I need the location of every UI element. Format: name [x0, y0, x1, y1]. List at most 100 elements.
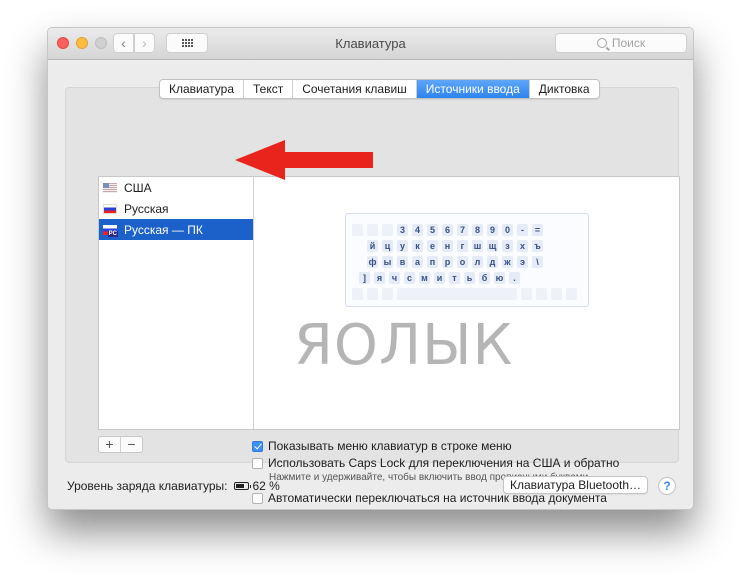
- keyboard-row: ] я ч с м и т ь б ю.: [359, 272, 524, 284]
- tab-dictation[interactable]: Диктовка: [530, 80, 599, 98]
- keyboard-key: ю: [494, 272, 505, 284]
- keyboard-row: ф ы в а п р о л д ж э \: [367, 256, 547, 268]
- keyboard-key: с: [404, 272, 415, 284]
- us-flag-icon: [103, 182, 117, 193]
- keyboard-key: 0: [502, 224, 513, 236]
- battery-value: 62 %: [252, 479, 280, 493]
- search-placeholder: Поиск: [611, 36, 646, 50]
- keyboard-key: х: [517, 240, 528, 252]
- ru-pc-flag-icon: PC: [103, 224, 118, 237]
- keyboard-key: 5: [427, 224, 438, 236]
- keyboard-key: о: [457, 256, 468, 268]
- keyboard-key: я: [374, 272, 385, 284]
- keyboard-key: ч: [389, 272, 400, 284]
- keyboard-key: [536, 288, 547, 300]
- keyboard-key: п: [427, 256, 438, 268]
- keyboard-key: ]: [359, 272, 370, 284]
- keyboard-layout-preview: 3 4 5 6 7 8 9 0- = й ц у к е н г ш щ з х ъ ф ы в а п р о л д ж э \] я ч с м и…: [253, 176, 680, 430]
- keyboard-key: ж: [502, 256, 513, 268]
- list-item-us[interactable]: США: [99, 177, 254, 198]
- add-source-button[interactable]: +: [99, 437, 121, 452]
- watermark-logo: ЯОЛЫК: [294, 313, 514, 378]
- keyboard-key: е: [427, 240, 438, 252]
- keyboard-spacebar: [397, 288, 517, 300]
- keyboard-key: з: [502, 240, 513, 252]
- battery-icon: [234, 482, 252, 490]
- keyboard-key: м: [419, 272, 430, 284]
- keyboard-key: [382, 288, 393, 300]
- keyboard-row-bottom: [352, 288, 581, 300]
- keyboard-key: ы: [382, 256, 393, 268]
- tab-input-sources[interactable]: Источники ввода: [416, 80, 530, 98]
- keyboard-key: ъ: [532, 240, 543, 252]
- checkbox-unchecked[interactable]: [252, 492, 263, 504]
- keyboard-key: 3: [397, 224, 408, 236]
- list-item-russian-pc[interactable]: PC Русская — ПК: [99, 219, 254, 240]
- keyboard-preferences-window: ‹ › Клавиатура Поиск США Русская PC Русс…: [47, 27, 694, 510]
- remove-source-button[interactable]: −: [121, 437, 142, 452]
- tab-bar: Клавиатура Текст Сочетания клавиш Источн…: [159, 79, 600, 99]
- option-label: Использовать Caps Lock для переключения …: [268, 456, 620, 470]
- keyboard-key: 7: [457, 224, 468, 236]
- keyboard-key: н: [442, 240, 453, 252]
- option-show-menu[interactable]: Показывать меню клавиатур в строке меню: [252, 439, 512, 453]
- titlebar: ‹ › Клавиатура Поиск: [48, 28, 693, 60]
- search-icon: [596, 38, 607, 48]
- battery-status: Уровень заряда клавиатуры: 62 %: [67, 479, 280, 493]
- keyboard-key: б: [479, 272, 490, 284]
- battery-label: Уровень заряда клавиатуры:: [67, 479, 228, 493]
- keyboard-key: [521, 288, 532, 300]
- keyboard-key: .: [509, 272, 520, 284]
- keyboard-key: ц: [382, 240, 393, 252]
- keyboard-key: л: [472, 256, 483, 268]
- keyboard-key: [566, 288, 577, 300]
- keyboard-key: [352, 224, 363, 236]
- input-sources-list[interactable]: США Русская PC Русская — ПК: [98, 176, 255, 430]
- keyboard-key: [382, 224, 393, 236]
- checkbox-unchecked[interactable]: [252, 457, 263, 469]
- option-caps-lock[interactable]: Использовать Caps Lock для переключения …: [252, 456, 619, 470]
- annotation-arrow-icon: [235, 140, 373, 180]
- search-field[interactable]: Поиск: [555, 33, 687, 53]
- list-item-russian[interactable]: Русская: [99, 198, 254, 219]
- keyboard-key: й: [367, 240, 378, 252]
- list-item-label: США: [124, 180, 152, 195]
- keyboard-key: [367, 224, 378, 236]
- keyboard-key: =: [532, 224, 543, 236]
- keyboard-diagram: 3 4 5 6 7 8 9 0- = й ц у к е н г ш щ з х ъ ф ы в а п р о л д ж э \] я ч с м и…: [345, 213, 589, 307]
- keyboard-key: 6: [442, 224, 453, 236]
- keyboard-key: у: [397, 240, 408, 252]
- list-item-label: Русская: [124, 201, 169, 216]
- keyboard-key: в: [397, 256, 408, 268]
- bluetooth-keyboard-button[interactable]: Клавиатура Bluetooth…: [503, 476, 648, 494]
- help-button[interactable]: ?: [658, 477, 676, 495]
- ru-flag-icon: [103, 203, 117, 214]
- keyboard-key: \: [532, 256, 543, 268]
- keyboard-key: д: [487, 256, 498, 268]
- keyboard-key: к: [412, 240, 423, 252]
- keyboard-key: 8: [472, 224, 483, 236]
- keyboard-key: 9: [487, 224, 498, 236]
- keyboard-key: ь: [464, 272, 475, 284]
- keyboard-key: р: [442, 256, 453, 268]
- tab-shortcuts[interactable]: Сочетания клавиш: [293, 80, 417, 98]
- checkbox-checked[interactable]: [252, 440, 263, 452]
- keyboard-key: [352, 288, 363, 300]
- keyboard-key: щ: [487, 240, 498, 252]
- keyboard-key: ш: [472, 240, 483, 252]
- keyboard-key: а: [412, 256, 423, 268]
- keyboard-row: йцукенгшщзхъ: [367, 240, 547, 252]
- keyboard-row: 3 4 5 6 7 8 9 0- =: [352, 224, 547, 236]
- keyboard-key: [551, 288, 562, 300]
- keyboard-key: и: [434, 272, 445, 284]
- keyboard-key: 4: [412, 224, 423, 236]
- keyboard-key: ф: [367, 256, 378, 268]
- keyboard-key: т: [449, 272, 460, 284]
- keyboard-key: э: [517, 256, 528, 268]
- keyboard-key: г: [457, 240, 468, 252]
- tab-keyboard[interactable]: Клавиатура: [160, 80, 244, 98]
- tab-text[interactable]: Текст: [244, 80, 294, 98]
- option-label: Показывать меню клавиатур в строке меню: [268, 439, 512, 453]
- add-remove-control: + −: [98, 436, 143, 453]
- keyboard-key: -: [517, 224, 528, 236]
